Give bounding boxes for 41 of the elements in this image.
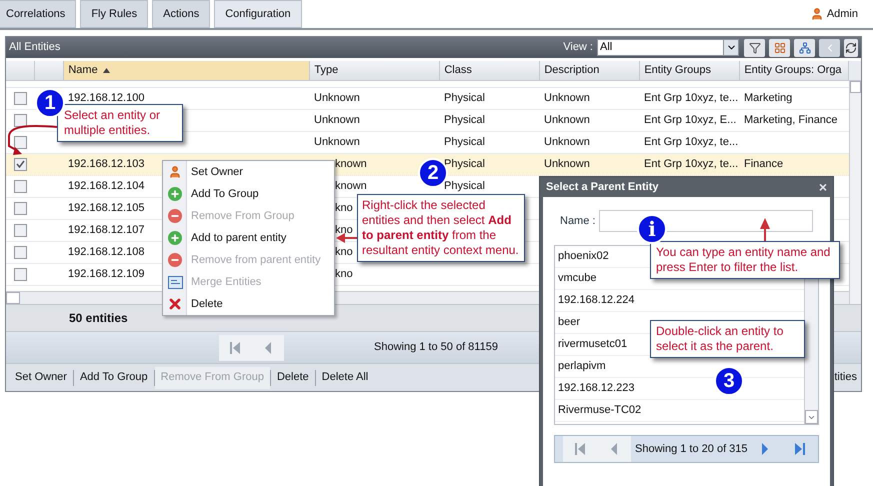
table-cell: Unknown [544, 92, 590, 104]
table-cell: kno [335, 268, 353, 280]
table-cell: Unknown [314, 114, 360, 126]
dialog-pager-status: Showing 1 to 20 of 315 [635, 442, 748, 457]
panel-title: All Entities [9, 40, 60, 56]
table-cell: Unknown [314, 92, 360, 104]
name-label: Name : [560, 214, 596, 229]
hint-tooltip: Right-click the selected entities and then select Add to parent entity from the resultant entity context menu. [357, 194, 525, 262]
table-cell: 192.168.12.103 [68, 158, 144, 170]
table-cell: known [335, 158, 367, 170]
pager-status: Showing 1 to 50 of 81159 [374, 340, 498, 356]
hint-tooltip: You can type an entity name and press Enter to filter the list. [650, 241, 840, 279]
view-label: View : [563, 40, 593, 56]
table-cell: 192.168.12.100 [68, 92, 144, 104]
table-cell: kno [335, 246, 353, 258]
table-cell: Physical [444, 92, 485, 104]
table-cell: Finance [744, 158, 784, 170]
hint-tooltip: Select an entity or multiple entities. [57, 104, 183, 142]
table-cell: Unknown [544, 114, 590, 126]
table-cell: 192.168.12.108 [68, 246, 144, 258]
table-cell: 192.168.12.104 [68, 180, 144, 192]
table-cell: Unknown [544, 158, 590, 170]
dialog-title: Select a Parent Entity [546, 180, 658, 195]
table-cell: Marketing [744, 92, 792, 104]
table-cell: 192.168.12.105 [68, 202, 144, 214]
table-cell: known [335, 180, 367, 192]
table-cell: Ent Grp 10xyz, te... [644, 92, 738, 104]
entity-count: 50 entities [69, 310, 128, 327]
table-cell: Ent Grp 10xyz, te... [644, 158, 738, 170]
hint-tooltip: Double-click an entity to select it as the parent. [650, 320, 805, 358]
table-cell: Unknown [314, 136, 360, 148]
table-cell: 192.168.12.107 [68, 224, 144, 236]
table-cell: Ent Grp 10xyz, te... [644, 136, 738, 148]
table-cell: Unknown [544, 136, 590, 148]
table-cell: Physical [444, 114, 485, 126]
table-cell: kno [335, 202, 353, 214]
table-cell: Ent Grp 10xyz, E... [644, 114, 736, 126]
table-cell: Physical [444, 136, 485, 148]
table-cell: Marketing, Finance [744, 114, 838, 126]
table-cell: kno [335, 224, 353, 236]
table-cell: 192.168.12.109 [68, 268, 144, 280]
